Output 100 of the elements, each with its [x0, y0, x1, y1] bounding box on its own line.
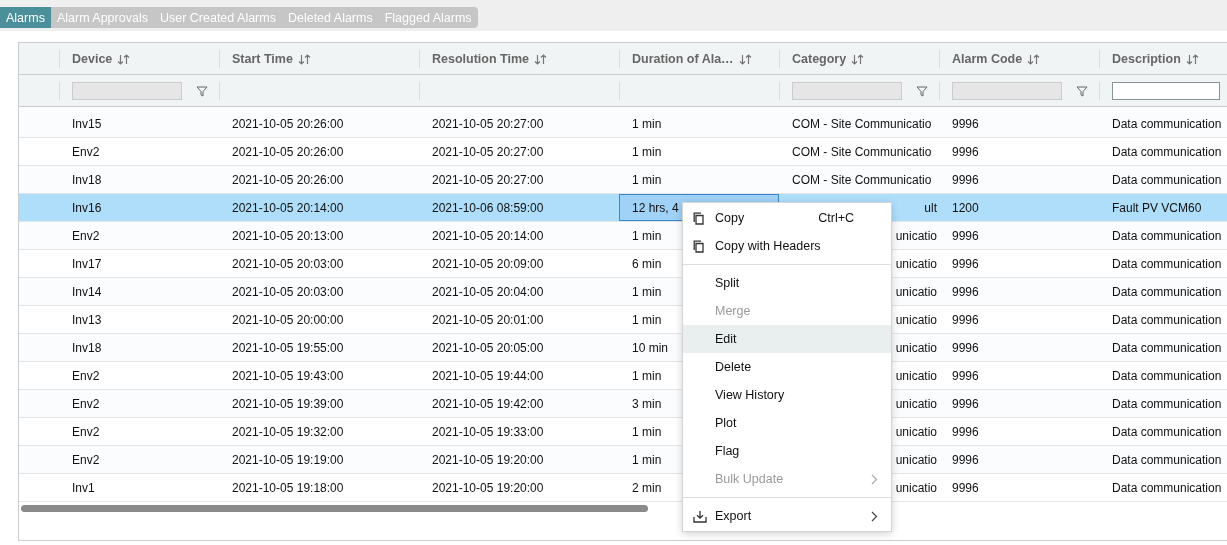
sort-icon[interactable] — [738, 53, 752, 65]
table-cell: unicatio — [895, 368, 937, 383]
column-header[interactable]: Start Time — [232, 52, 293, 66]
table-cell: Inv18 — [72, 340, 102, 355]
table-cell: Data communication — [1112, 452, 1222, 467]
table-cell: 2021-10-05 19:33:00 — [432, 424, 544, 439]
table-cell: 2021-10-05 20:14:00 — [432, 228, 544, 243]
column-header[interactable]: Resolution Time — [432, 52, 529, 66]
table-cell: Inv1 — [72, 480, 95, 495]
table-cell: Env2 — [72, 396, 100, 411]
table-cell: Env2 — [72, 368, 100, 383]
table-cell: 1 min — [632, 312, 662, 327]
table-cell: unicatio — [895, 396, 937, 411]
column-header[interactable]: Alarm Code — [952, 52, 1023, 66]
filter-icon[interactable] — [916, 85, 928, 97]
table-cell: Inv13 — [72, 312, 102, 327]
menu-item[interactable]: Copy Ctrl+C — [683, 204, 891, 232]
table-cell: 2021-10-05 20:05:00 — [432, 340, 544, 355]
table-cell: 2021-10-05 19:18:00 — [232, 480, 344, 495]
table-cell: Inv15 — [72, 116, 102, 131]
filter-icon[interactable] — [1076, 85, 1088, 97]
table-cell: 2021-10-05 20:27:00 — [432, 144, 544, 159]
table-cell: 2021-10-05 19:39:00 — [232, 396, 344, 411]
table-cell: Data communication — [1112, 116, 1222, 131]
menu-item[interactable]: Export — [683, 502, 891, 530]
table-cell: Data communication — [1112, 424, 1222, 439]
menu-item[interactable]: Edit — [683, 325, 891, 353]
sort-icon[interactable] — [117, 53, 131, 65]
table-cell: COM - Site Communicatio — [792, 144, 932, 159]
table-cell: 6 min — [632, 256, 662, 271]
sort-icon[interactable] — [534, 53, 547, 65]
menu-item[interactable]: Flag — [683, 437, 891, 465]
table-cell: 2021-10-05 20:27:00 — [432, 172, 544, 187]
table-cell: 2021-10-05 19:20:00 — [432, 480, 544, 495]
table-cell: 2021-10-05 20:26:00 — [232, 172, 344, 187]
menu-item[interactable]: Copy with Headers — [683, 232, 891, 260]
sort-icon[interactable] — [851, 53, 865, 65]
table-cell: 1 min — [632, 228, 662, 243]
table-cell: 9996 — [952, 256, 979, 271]
table-cell: 9996 — [952, 144, 979, 159]
table-cell: ult — [924, 200, 937, 215]
table-cell: 2021-10-05 20:01:00 — [432, 312, 544, 327]
table-cell: 9996 — [952, 396, 979, 411]
table-cell: 2021-10-06 08:59:00 — [432, 200, 544, 215]
column-header[interactable]: Category — [792, 52, 847, 66]
table-cell: Env2 — [72, 144, 100, 159]
table-cell: COM - Site Communicatio — [792, 172, 932, 187]
table-cell: Data communication — [1112, 480, 1222, 495]
menu-item[interactable]: Plot — [683, 409, 891, 437]
table-cell: 2 min — [632, 480, 662, 495]
table-cell: 2021-10-05 19:42:00 — [432, 396, 544, 411]
sort-icon[interactable] — [1027, 53, 1041, 65]
menu-item[interactable]: Split — [683, 269, 891, 297]
tab[interactable]: Alarms — [0, 7, 51, 28]
column-header[interactable]: Device — [72, 52, 113, 66]
menu-item[interactable]: View History — [683, 381, 891, 409]
table-cell: unicatio — [895, 452, 937, 467]
table-cell: 9996 — [952, 452, 979, 467]
table-cell: Fault PV VCM60 — [1112, 200, 1202, 215]
chevron-icon — [871, 510, 878, 522]
table-cell: 12 hrs, 4 — [632, 200, 679, 215]
table-cell: Data communication — [1112, 312, 1222, 327]
table-cell: 2021-10-05 20:26:00 — [232, 144, 344, 159]
table-cell: 2021-10-05 20:26:00 — [232, 116, 344, 131]
sort-icon[interactable] — [297, 53, 311, 65]
table-cell: Inv14 — [72, 284, 102, 299]
scrollbar-thumb[interactable] — [21, 505, 648, 512]
table-cell: unicatio — [895, 340, 937, 355]
table-cell: 1 min — [632, 424, 662, 439]
table-cell: 2021-10-05 19:55:00 — [232, 340, 344, 355]
table-cell: unicatio — [895, 424, 937, 439]
sort-icon[interactable] — [1185, 53, 1199, 65]
column-header[interactable]: Duration of Ala… — [632, 52, 734, 66]
table-cell: Env2 — [72, 452, 100, 467]
table-cell: 2021-10-05 20:09:00 — [432, 256, 544, 271]
table-cell: unicatio — [895, 312, 937, 327]
table-cell: 10 min — [632, 340, 669, 355]
table-cell: Data communication — [1112, 228, 1222, 243]
table-cell: unicatio — [895, 228, 937, 243]
table-cell: Env2 — [72, 424, 100, 439]
table-cell: Data communication — [1112, 396, 1222, 411]
table-cell: 9996 — [952, 228, 979, 243]
filter-icon[interactable] — [196, 85, 208, 97]
table-cell: COM - Site Communicatio — [792, 116, 932, 131]
table-cell: Inv16 — [72, 200, 102, 215]
menu-item[interactable]: Delete — [683, 353, 891, 381]
table-cell: 9996 — [952, 284, 979, 299]
table-cell: Inv17 — [72, 256, 102, 271]
table-cell: 9996 — [952, 424, 979, 439]
table-cell: 2021-10-05 20:14:00 — [232, 200, 344, 215]
table-cell: 1 min — [632, 284, 662, 299]
table-cell: 1 min — [632, 172, 662, 187]
table-cell: Env2 — [72, 228, 100, 243]
column-header[interactable]: Description — [1112, 52, 1181, 66]
table-cell: 2021-10-05 20:04:00 — [432, 284, 544, 299]
table-cell: 2021-10-05 20:03:00 — [232, 256, 344, 271]
filter-input[interactable] — [1112, 82, 1220, 100]
table-cell: 2021-10-05 20:27:00 — [432, 116, 544, 131]
table-cell: 2021-10-05 19:19:00 — [232, 452, 344, 467]
table-cell: Data communication — [1112, 368, 1222, 383]
